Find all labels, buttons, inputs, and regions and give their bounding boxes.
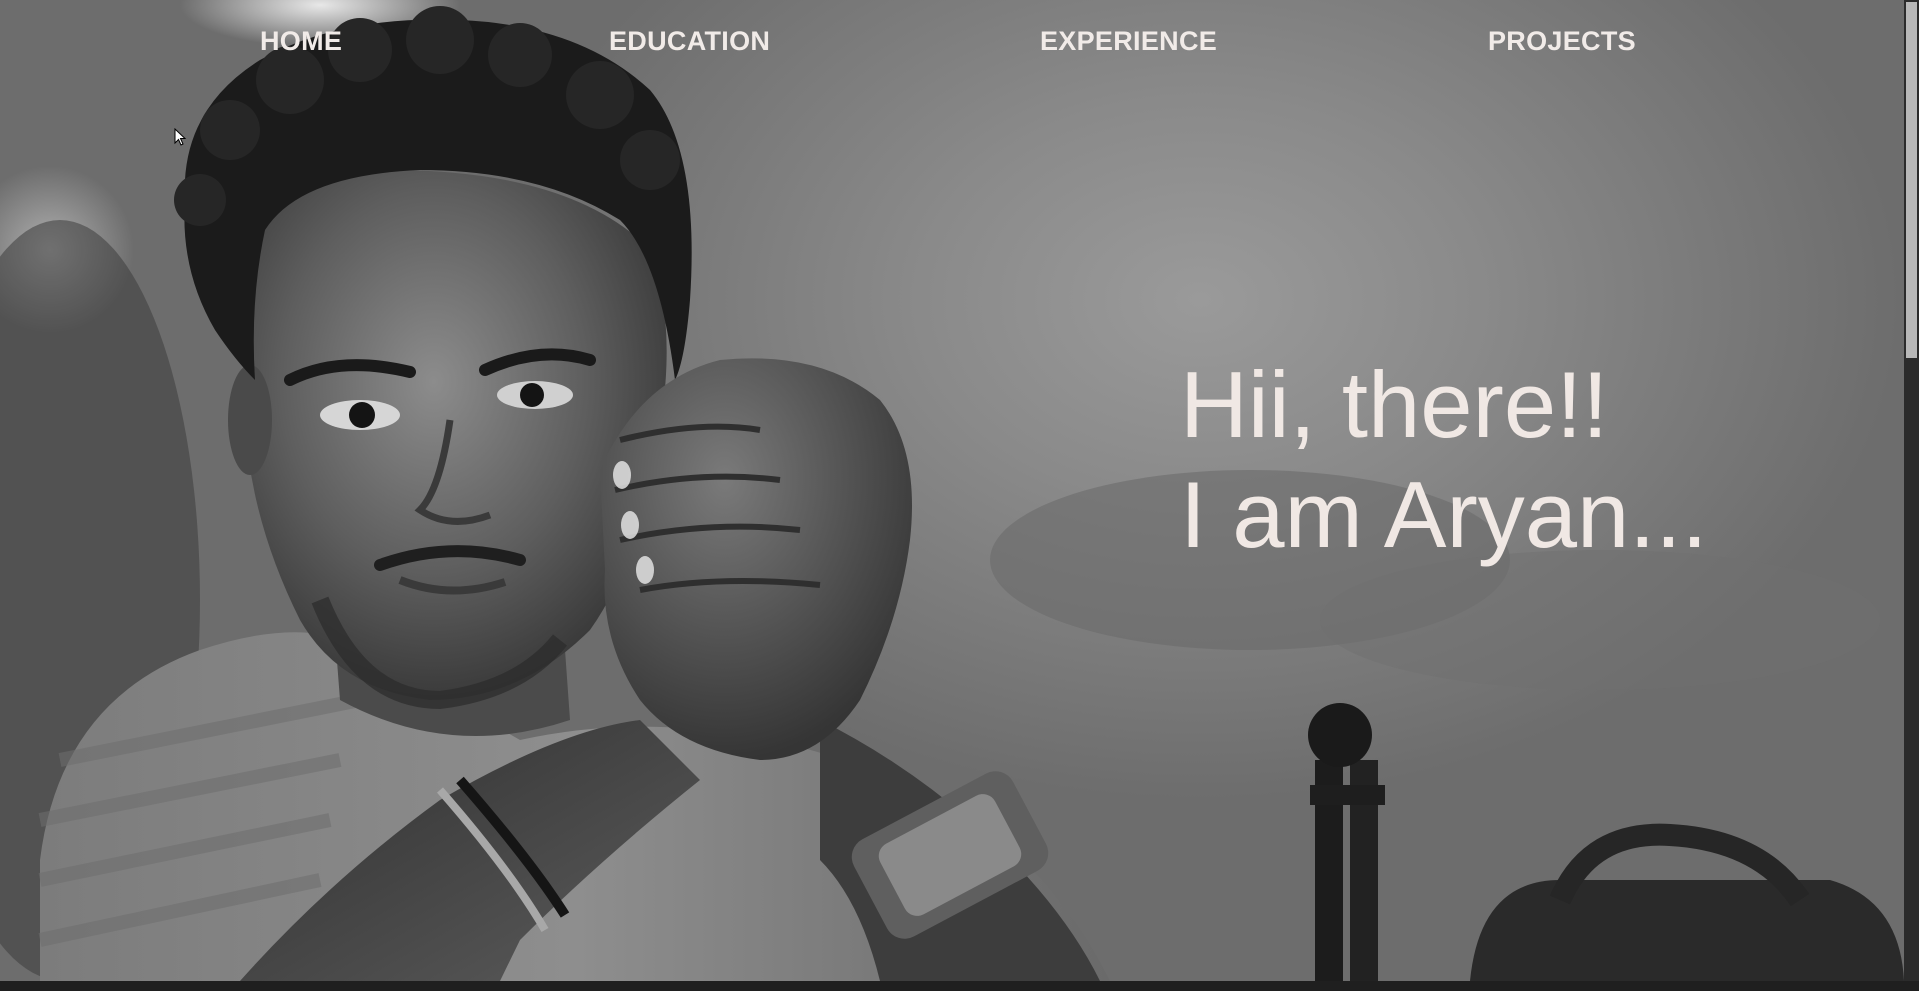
mouse-cursor-icon [174,128,187,146]
nav-link-home[interactable]: HOME [260,26,342,57]
window-bottom-edge [0,981,1919,991]
vertical-scrollbar[interactable] [1904,0,1919,981]
greeting-line-1: Hii, there!! [1180,352,1609,457]
nav-link-experience[interactable]: EXPERIENCE [1040,26,1217,57]
hero-greeting: Hii, there!! I am Aryan... [1180,350,1708,570]
greeting-line-2: I am Aryan... [1180,462,1708,567]
scrollbar-thumb[interactable] [1906,2,1917,358]
nav-link-projects[interactable]: PROJECTS [1488,26,1636,57]
hero-section: HOME EDUCATION EXPERIENCE PROJECTS Hii, … [0,0,1904,981]
nav-link-education[interactable]: EDUCATION [609,26,770,57]
top-navigation: HOME EDUCATION EXPERIENCE PROJECTS [0,26,1904,62]
